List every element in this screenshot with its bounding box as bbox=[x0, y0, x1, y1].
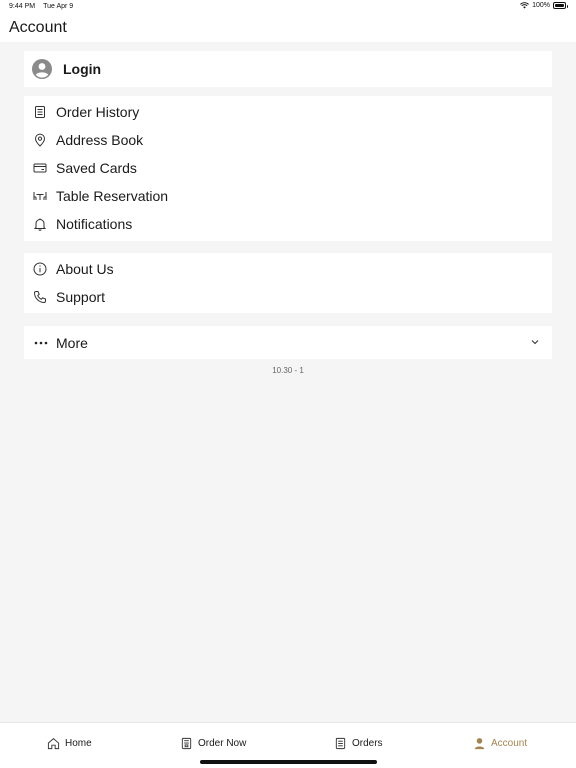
menu-item-table-reservation[interactable]: Table Reservation bbox=[24, 182, 552, 210]
menu-item-label: Order History bbox=[56, 104, 140, 120]
order-menu-icon bbox=[181, 737, 192, 750]
tab-label: Order Now bbox=[198, 738, 247, 749]
menu-item-label: Support bbox=[56, 289, 106, 305]
menu-item-label: Address Book bbox=[56, 132, 144, 148]
menu-item-label: About Us bbox=[56, 261, 114, 277]
status-date: Tue Apr 9 bbox=[43, 3, 74, 10]
receipt-icon bbox=[335, 737, 346, 750]
login-label: Login bbox=[63, 61, 102, 77]
more-dots-icon bbox=[34, 341, 48, 345]
wifi-icon bbox=[520, 2, 529, 9]
menu-card-main: Order History Address Book Saved Cards T… bbox=[24, 96, 552, 241]
page-title: Account bbox=[9, 19, 67, 36]
app-version: 10.30 - 1 bbox=[272, 366, 304, 375]
receipt-icon bbox=[35, 106, 45, 118]
menu-item-label: Notifications bbox=[56, 216, 133, 232]
user-avatar-icon bbox=[32, 59, 52, 79]
menu-item-label: Table Reservation bbox=[56, 188, 169, 204]
login-row[interactable]: Login bbox=[24, 51, 552, 87]
dining-table-icon bbox=[33, 192, 47, 200]
battery-percent: 100% bbox=[532, 2, 550, 9]
location-pin-icon bbox=[34, 133, 46, 147]
menu-card-info: About Us Support bbox=[24, 253, 552, 313]
tab-account[interactable]: Account bbox=[473, 737, 527, 750]
tab-label: Orders bbox=[352, 738, 383, 749]
tab-orders[interactable]: Orders bbox=[334, 737, 383, 750]
more-row[interactable]: More bbox=[24, 326, 552, 359]
menu-item-saved-cards[interactable]: Saved Cards bbox=[24, 154, 552, 182]
tab-home[interactable]: Home bbox=[47, 737, 92, 750]
menu-item-address-book[interactable]: Address Book bbox=[24, 126, 552, 154]
bell-icon bbox=[33, 218, 47, 231]
menu-item-label: Saved Cards bbox=[56, 160, 137, 176]
more-label: More bbox=[56, 335, 88, 351]
status-bar: 9:44 PM Tue Apr 9 100% bbox=[0, 0, 576, 14]
info-icon bbox=[33, 262, 47, 276]
menu-item-about-us[interactable]: About Us bbox=[24, 255, 552, 283]
battery-icon bbox=[553, 2, 568, 9]
tab-order-now[interactable]: Order Now bbox=[180, 737, 246, 750]
menu-item-order-history[interactable]: Order History bbox=[24, 98, 552, 126]
chevron-down-icon[interactable] bbox=[530, 337, 540, 347]
home-icon bbox=[47, 738, 60, 750]
credit-card-icon bbox=[33, 163, 47, 173]
home-indicator bbox=[200, 760, 377, 764]
user-icon bbox=[474, 738, 485, 750]
phone-icon bbox=[33, 291, 46, 304]
tab-label: Account bbox=[491, 738, 528, 749]
header: Account bbox=[0, 14, 576, 42]
status-time: 9:44 PM bbox=[9, 3, 36, 10]
tab-bar: Home Order Now Orders Account bbox=[0, 722, 576, 768]
menu-item-support[interactable]: Support bbox=[24, 283, 552, 311]
tab-label: Home bbox=[65, 738, 92, 749]
menu-item-notifications[interactable]: Notifications bbox=[24, 210, 552, 238]
